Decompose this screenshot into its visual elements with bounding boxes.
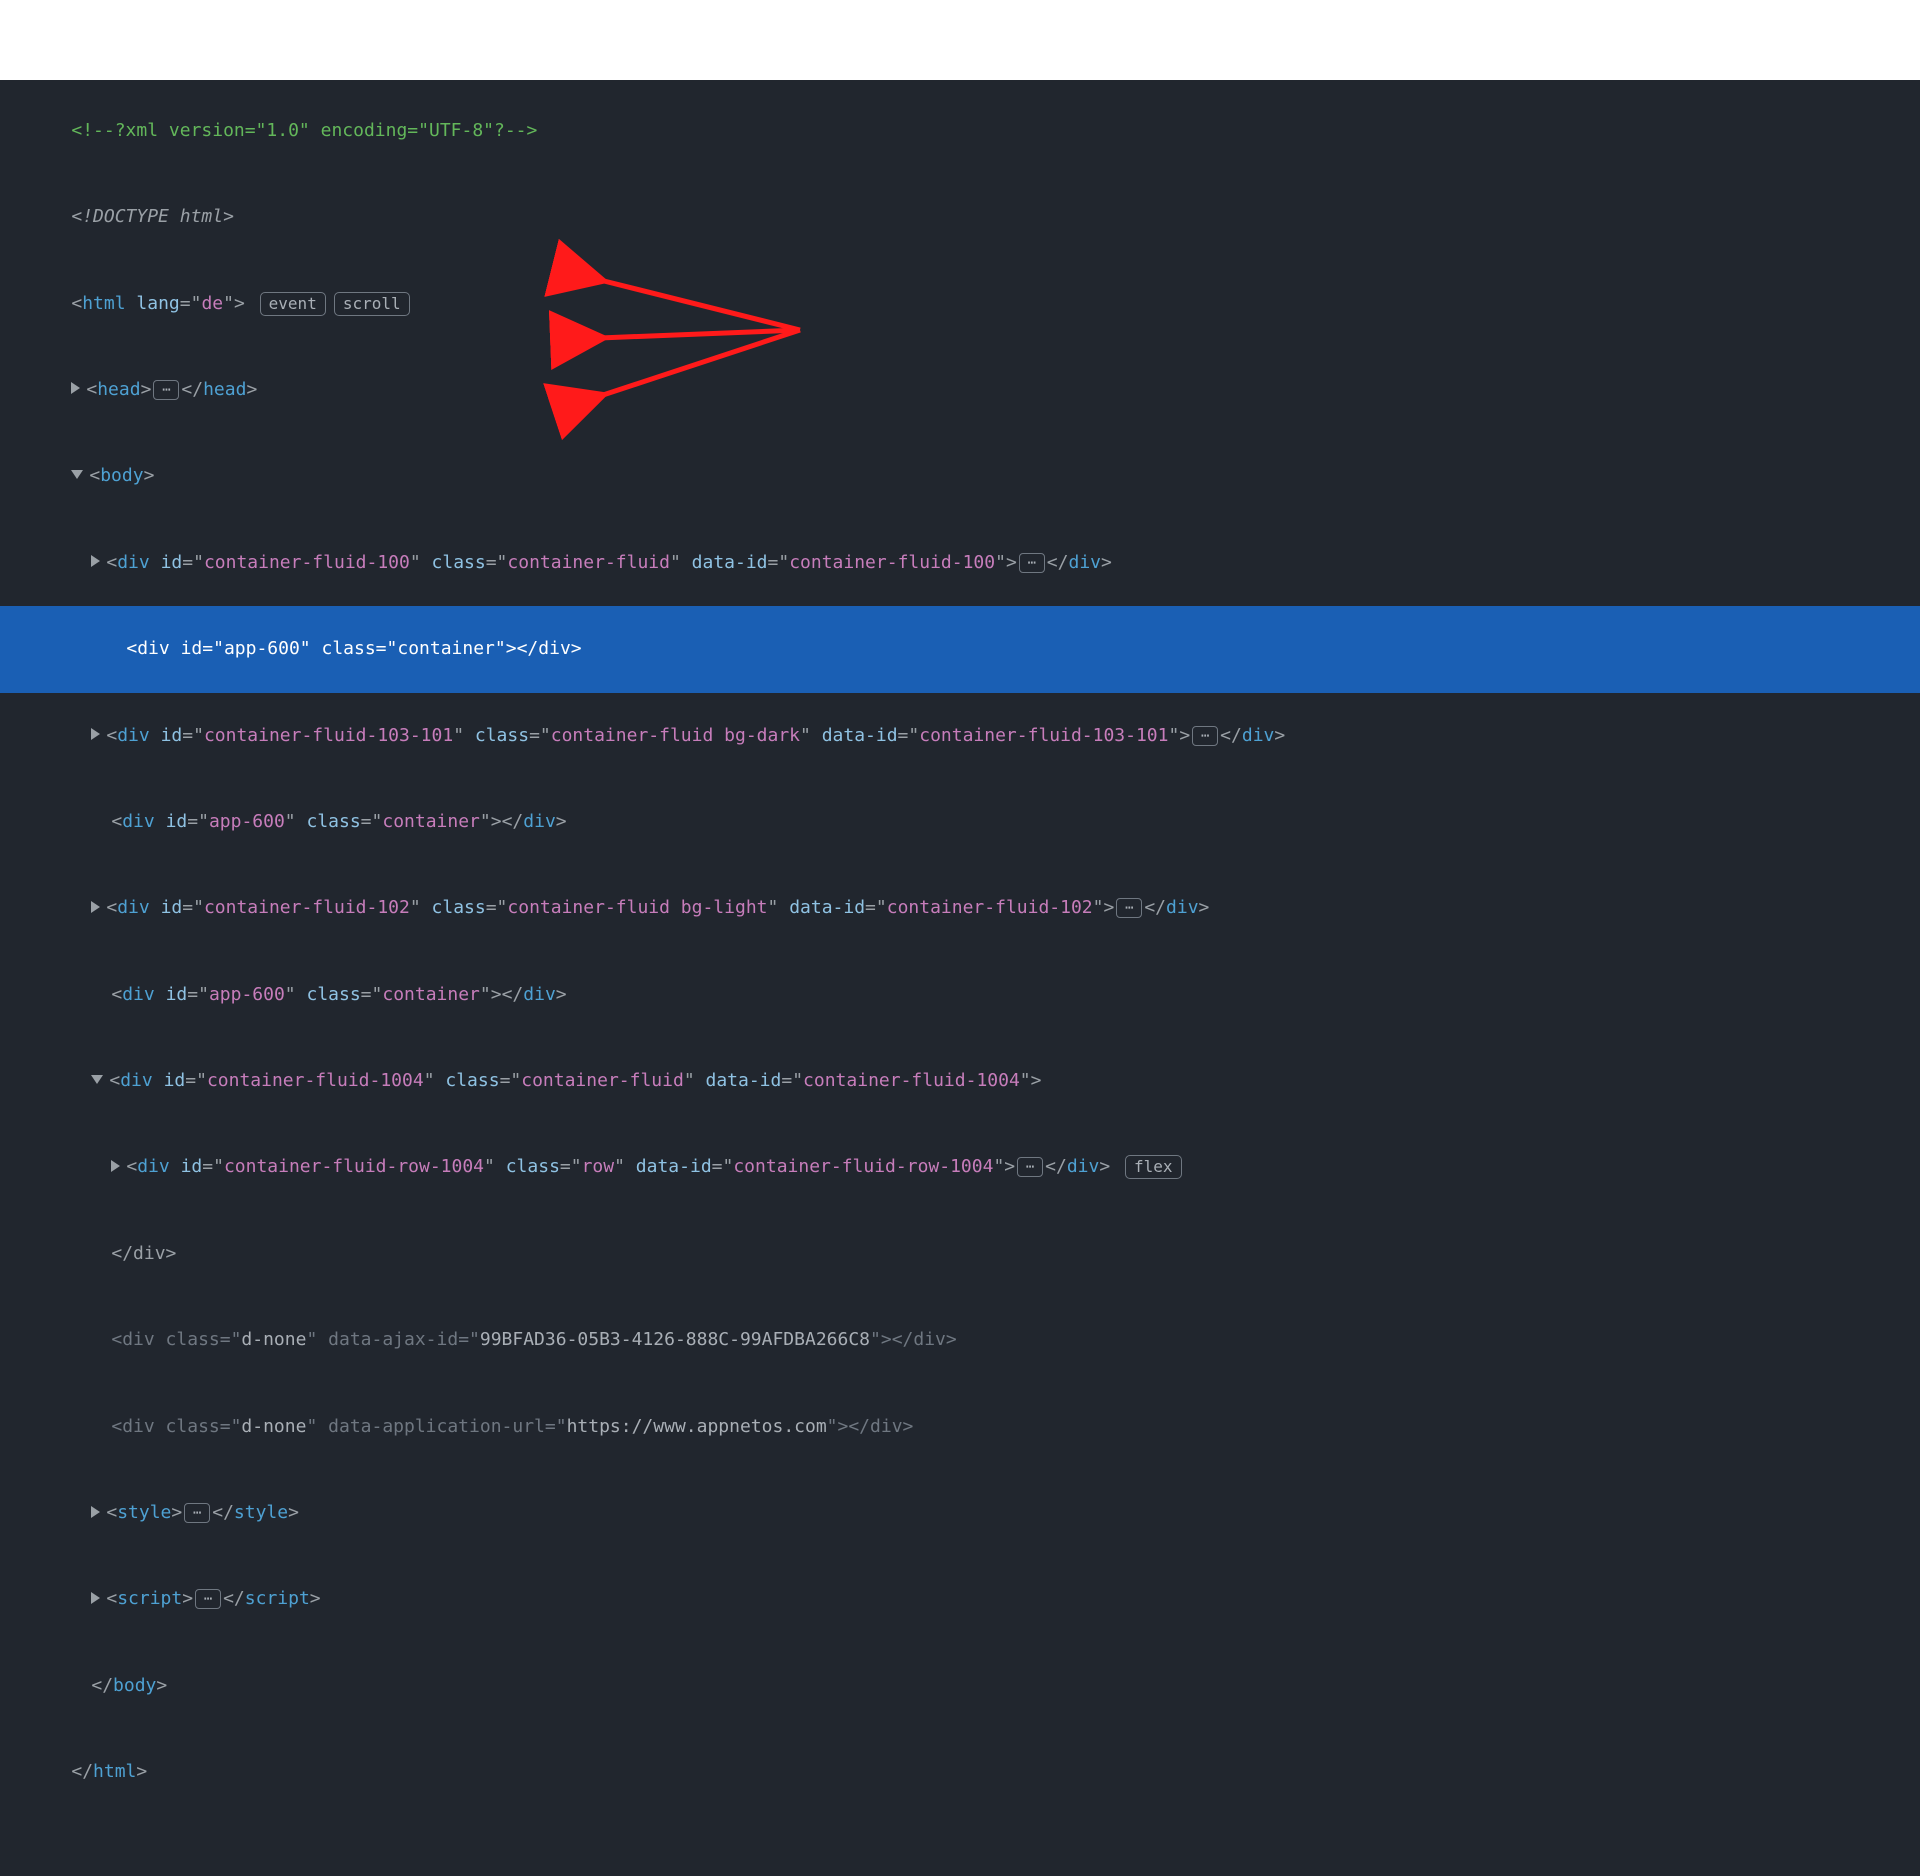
expand-arrow-icon[interactable] — [91, 728, 100, 740]
ellipsis-icon[interactable]: ⋯ — [1019, 553, 1045, 573]
dom-line-body-close[interactable]: </body> — [0, 1643, 1920, 1729]
event-badge[interactable]: event — [260, 292, 326, 316]
ellipsis-icon[interactable]: ⋯ — [1192, 726, 1218, 746]
dom-line-cf100[interactable]: <div id="container-fluid-100" class="con… — [0, 520, 1920, 606]
expand-arrow-icon[interactable] — [71, 382, 80, 394]
dom-line-html-close[interactable]: </html> — [0, 1729, 1920, 1815]
devtools-elements-panel: <!--?xml version="1.0" encoding="UTF-8"?… — [0, 80, 1920, 1876]
dom-line-xml-decl[interactable]: <!--?xml version="1.0" encoding="UTF-8"?… — [0, 88, 1920, 174]
dom-line-app600-3[interactable]: <div id="app-600" class="container"></di… — [0, 952, 1920, 1038]
dom-line-cfrow1004[interactable]: <div id="container-fluid-row-1004" class… — [0, 1125, 1920, 1211]
ellipsis-icon[interactable]: ⋯ — [1116, 898, 1142, 918]
dom-line-head[interactable]: <head>⋯</head> — [0, 347, 1920, 433]
ellipsis-icon[interactable]: ⋯ — [1017, 1157, 1043, 1177]
expand-arrow-icon[interactable] — [91, 1506, 100, 1518]
dom-line-dnone-ajax[interactable]: <div class="d-none" data-ajax-id="99BFAD… — [0, 1297, 1920, 1383]
dom-line-body-open[interactable]: <body> — [0, 434, 1920, 520]
collapse-arrow-icon[interactable] — [71, 470, 83, 479]
top-blank-region — [0, 0, 1920, 80]
dom-line-style[interactable]: <style>⋯</style> — [0, 1470, 1920, 1556]
ellipsis-icon[interactable]: ⋯ — [153, 380, 179, 400]
flex-badge[interactable]: flex — [1125, 1155, 1182, 1179]
ellipsis-icon[interactable]: ⋯ — [184, 1503, 210, 1523]
expand-arrow-icon[interactable] — [91, 901, 100, 913]
dom-line-dnone-url[interactable]: <div class="d-none" data-application-url… — [0, 1384, 1920, 1470]
dom-line-cf102[interactable]: <div id="container-fluid-102" class="con… — [0, 866, 1920, 952]
expand-arrow-icon[interactable] — [111, 1160, 120, 1172]
doctype-text: <!DOCTYPE html> — [71, 206, 234, 227]
xml-decl-text: <!--?xml version="1.0" encoding="UTF-8"?… — [71, 120, 537, 141]
dom-line-script[interactable]: <script>⋯</script> — [0, 1557, 1920, 1643]
dom-line-app600-2[interactable]: <div id="app-600" class="container"></di… — [0, 779, 1920, 865]
ellipsis-icon[interactable]: ⋯ — [195, 1589, 221, 1609]
dom-line-cf1004-open[interactable]: <div id="container-fluid-1004" class="co… — [0, 1038, 1920, 1124]
expand-arrow-icon[interactable] — [91, 555, 100, 567]
dom-line-cf103[interactable]: <div id="container-fluid-103-101" class=… — [0, 693, 1920, 779]
expand-arrow-icon[interactable] — [91, 1592, 100, 1604]
scroll-badge[interactable]: scroll — [334, 292, 410, 316]
dom-line-doctype[interactable]: <!DOCTYPE html> — [0, 174, 1920, 260]
dom-line-html-open[interactable]: <html lang="de"> eventscroll — [0, 261, 1920, 347]
dom-line-cf1004-close[interactable]: </div> — [0, 1211, 1920, 1297]
dom-line-app600-selected[interactable]: <div id="app-600" class="container"></di… — [0, 606, 1920, 692]
close-div-text: </div> — [111, 1243, 176, 1264]
